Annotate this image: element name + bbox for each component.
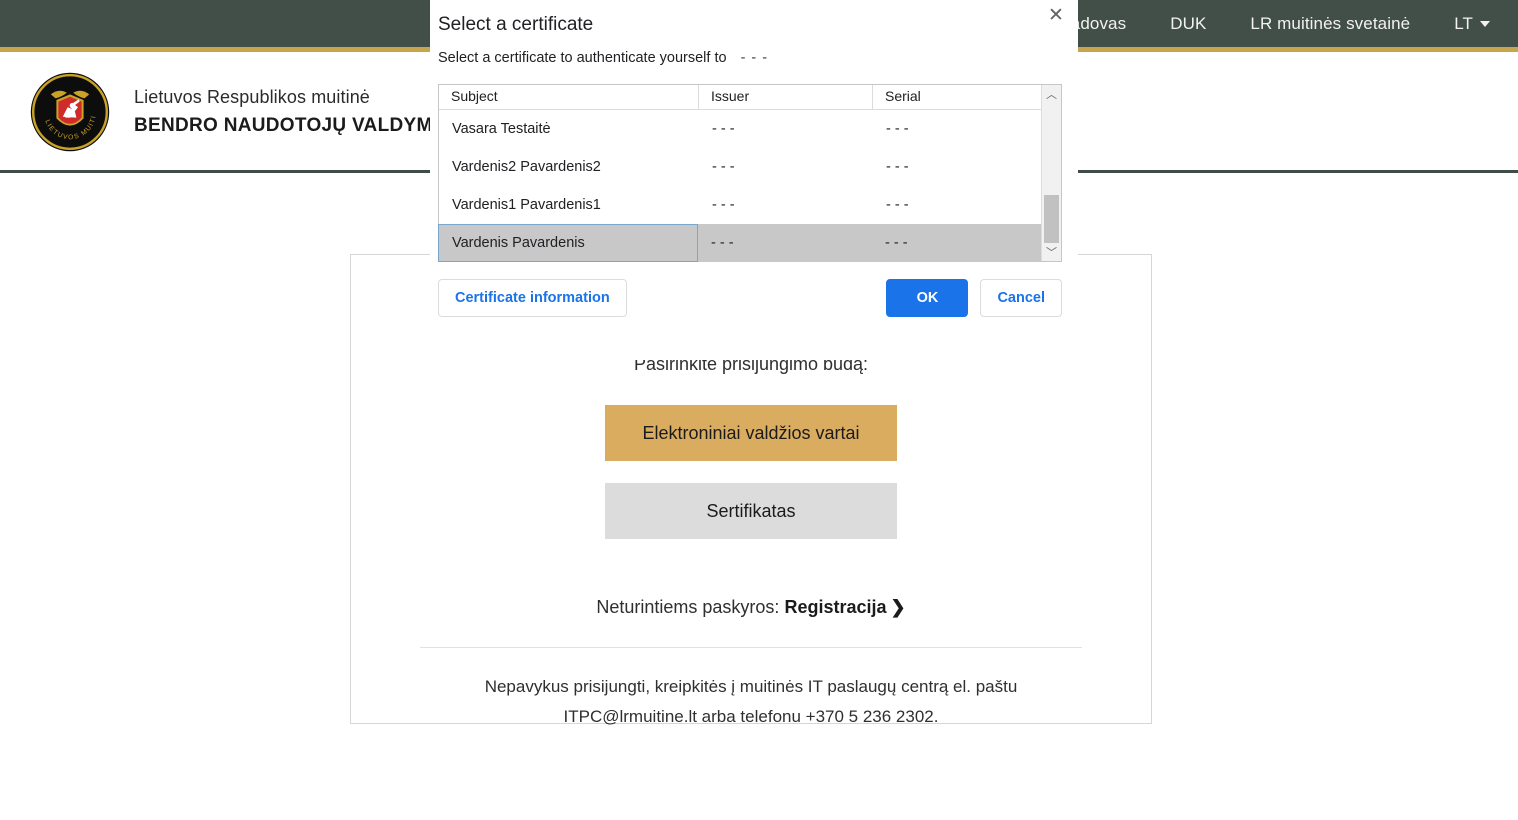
support-footer-line-1: Nepavykus prisijungti, kreipkitės į muit… (484, 677, 1018, 696)
card-divider (420, 647, 1082, 648)
select-certificate-dialog: ✕ Select a certificate Select a certific… (430, 0, 1078, 360)
certificate-table: Subject Issuer Serial Vasara Testaitė - … (438, 85, 1041, 262)
table-row[interactable]: Vardenis2 Pavardenis2 - - - - - - (439, 148, 1041, 186)
login-method-certificate-button[interactable]: Sertifikatas (605, 483, 897, 539)
page-root: o vadovas DUK LR muitinės svetainė LT LI… (0, 0, 1518, 820)
cell-issuer: - - - (712, 159, 735, 175)
language-selector[interactable]: LT (1432, 0, 1500, 47)
registration-line: Neturintiems paskyros: Registracija ❯ (351, 597, 1151, 618)
cell-serial: - - - (886, 197, 909, 213)
nav-item-customs-site[interactable]: LR muitinės svetainė (1228, 0, 1432, 47)
certificate-information-button[interactable]: Certificate information (438, 279, 627, 317)
login-method-evv-button[interactable]: Elektroniniai valdžios vartai (605, 405, 897, 461)
nav-item-faq[interactable]: DUK (1148, 0, 1228, 47)
scroll-down-icon[interactable]: ﹀ (1042, 243, 1061, 261)
column-header-serial: Serial (885, 88, 921, 104)
support-footer-line-2: ITPC@lrmuitine.lt arba telefonu +370 5 2… (563, 707, 939, 726)
cell-issuer: - - - (712, 121, 735, 137)
dialog-subtitle-text: Select a certificate to authenticate you… (438, 50, 727, 66)
cell-serial: - - - (886, 159, 909, 175)
scroll-up-icon[interactable]: ︿ (1042, 85, 1061, 103)
cell-subject: Vardenis2 Pavardenis2 (452, 159, 601, 175)
customs-seal-logo-icon: LIETUVOS MUITINĖ (30, 72, 110, 152)
scrollbar-thumb[interactable] (1044, 195, 1059, 243)
table-row-selected[interactable]: Vardenis Pavardenis - - - - - - (438, 224, 1041, 262)
chevron-down-icon (1480, 20, 1490, 27)
certificate-list: Subject Issuer Serial Vasara Testaitė - … (438, 84, 1062, 262)
dialog-subtitle-host: - - - (740, 50, 769, 66)
cell-serial: - - - (885, 235, 908, 251)
chevron-right-icon: ❯ (890, 597, 906, 617)
cell-serial: - - - (886, 121, 909, 137)
cell-subject: Vasara Testaitė (452, 121, 551, 137)
registration-link[interactable]: Registracija (784, 597, 886, 617)
column-header-issuer: Issuer (699, 85, 873, 110)
table-row[interactable]: Vasara Testaitė - - - - - - (439, 110, 1041, 148)
column-header-subject: Subject (439, 85, 699, 110)
login-method-buttons: Elektroniniai valdžios vartai Sertifikat… (351, 405, 1151, 539)
dialog-action-bar: Certificate information OK Cancel (438, 278, 1062, 318)
cell-issuer: - - - (712, 197, 735, 213)
dialog-title: Select a certificate (438, 14, 594, 35)
cell-issuer: - - - (711, 235, 734, 251)
certificate-table-header: Subject Issuer Serial (439, 85, 1041, 110)
ok-button[interactable]: OK (886, 279, 969, 317)
cell-subject: Vardenis Pavardenis (438, 224, 698, 262)
certificate-list-scrollbar[interactable]: ︿ ﹀ (1041, 85, 1061, 261)
brand-block[interactable]: LIETUVOS MUITINĖ Lietuvos Respublikos mu… (0, 72, 481, 152)
close-icon[interactable]: ✕ (1044, 3, 1068, 27)
table-row[interactable]: Vardenis1 Pavardenis1 - - - - - - (439, 186, 1041, 224)
top-navigation-items: o vadovas DUK LR muitinės svetainė LT (1026, 0, 1500, 47)
dialog-subtitle: Select a certificate to authenticate you… (438, 50, 768, 66)
language-label: LT (1454, 14, 1473, 33)
cancel-button[interactable]: Cancel (980, 279, 1062, 317)
cell-subject: Vardenis1 Pavardenis1 (452, 197, 601, 213)
registration-prefix-label: Neturintiems paskyros: (596, 597, 780, 617)
support-footer: Nepavykus prisijungti, kreipkitės į muit… (351, 672, 1151, 732)
